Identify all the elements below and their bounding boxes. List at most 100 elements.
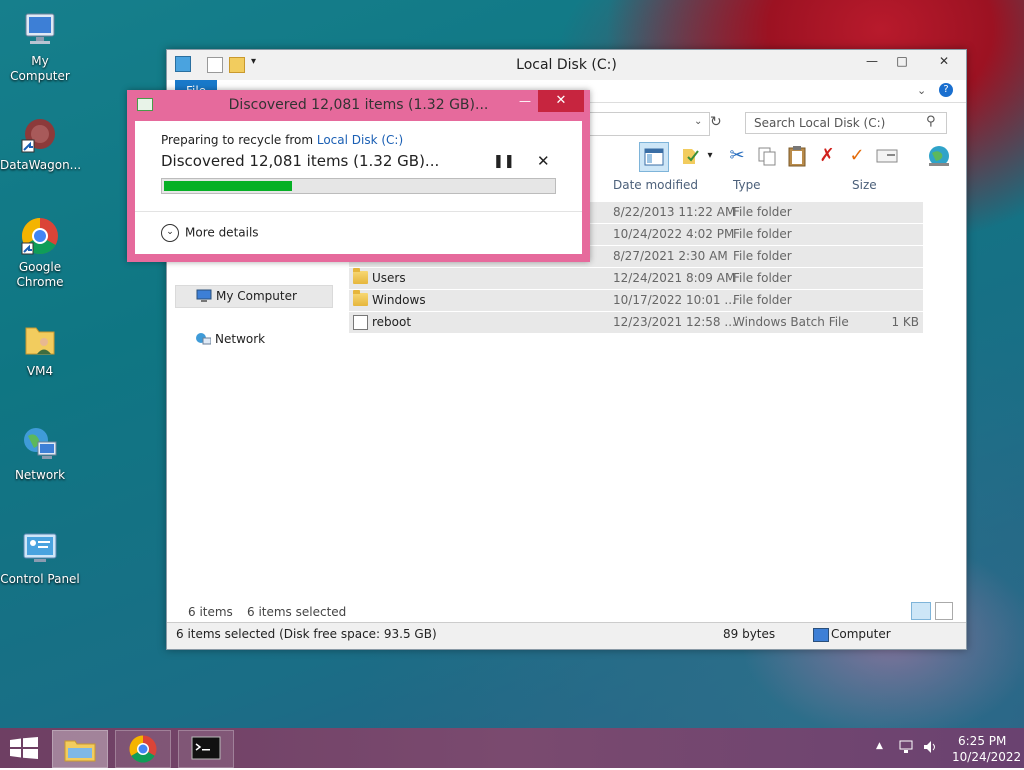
pause-button[interactable]: ❚❚ [493,154,515,169]
row-name: Users [372,271,406,285]
desktop-icon-label: VM4 [26,364,54,378]
refresh-icon[interactable]: ↻ [710,114,722,130]
desktop-icon-control-panel[interactable]: Control Panel [0,528,80,587]
folder-icon [353,268,368,284]
file-explorer-icon [64,740,96,762]
column-headers: Date modified Type Size [603,174,923,196]
window-title: Local Disk (C:) [516,57,617,73]
table-row[interactable]: Windows 10/17/2022 10:01 ... File folder [349,290,923,312]
network-tray-icon[interactable] [898,739,914,758]
column-type[interactable]: Type [733,178,761,192]
row-date: 12/23/2021 12:58 ... [613,315,736,329]
search-placeholder: Search Local Disk (C:) [754,116,886,130]
progress-bar [161,178,556,194]
close-button[interactable]: ✕ [922,50,966,72]
row-type: Windows Batch File [733,315,849,329]
taskbar: ▲ 6:25 PM 10/24/2022 [0,728,1024,768]
help-icon[interactable]: ? [939,83,953,97]
desktop-icon-datawagon[interactable]: DataWagon... [0,114,82,173]
more-details-button[interactable]: ⌄ More details [161,224,259,242]
large-icons-view-icon[interactable] [935,602,953,620]
status-detail: 6 items selected (Disk free space: 93.5 … [176,627,437,641]
expand-ribbon-icon[interactable]: ⌄ [917,84,926,97]
properties-toolbar-icon[interactable] [873,142,901,170]
network-globe-icon[interactable] [925,142,953,170]
row-date: 8/22/2013 11:22 AM [613,205,736,219]
search-input[interactable]: Search Local Disk (C:) ⚲ [745,112,947,134]
preview-pane-icon[interactable] [639,142,669,172]
rename-check-icon[interactable]: ✓ [843,142,871,170]
nav-label: Network [215,332,266,346]
preparing-prefix: Preparing to recycle from [161,133,317,147]
copy-icon[interactable] [753,142,781,170]
control-panel-icon [20,528,60,568]
chrome-icon [129,735,157,763]
clock-time[interactable]: 6:25 PM [958,734,1006,748]
row-type: File folder [733,271,792,285]
datawagon-icon [20,114,60,154]
minimize-button[interactable]: — [857,50,887,72]
row-name: Windows [372,293,426,307]
select-icon[interactable] [677,142,705,170]
desktop-icon-vm4[interactable]: VM4 [0,320,80,379]
user-folder-icon [20,320,60,360]
show-hidden-icons-icon[interactable]: ▲ [876,741,883,751]
nav-item-my-computer[interactable]: My Computer [175,285,333,308]
status-bar-summary: 6 items 6 items selected [167,600,966,622]
source-location-link[interactable]: Local Disk (C:) [317,133,403,147]
network-icon [195,332,212,346]
desktop-icon-label: My Computer [10,54,70,83]
column-size[interactable]: Size [852,178,877,192]
row-type: File folder [733,293,792,307]
address-bar[interactable]: ⌄ [587,112,710,136]
desktop-icon-label: Network [14,468,66,482]
desktop-icon-network[interactable]: Network [0,424,80,483]
explorer-titlebar[interactable]: ▾ Local Disk (C:) — □ ✕ [167,50,966,80]
table-row[interactable]: Users 12/24/2021 8:09 AM File folder [349,268,923,290]
cancel-operation-button[interactable]: ✕ [537,152,550,170]
windows-start-icon[interactable] [10,737,38,762]
taskbar-chrome[interactable] [115,730,171,768]
nav-item-network[interactable]: Network [175,329,333,350]
row-name: reboot [372,315,412,329]
command-prompt-icon [191,736,221,760]
table-row[interactable]: reboot 12/23/2021 12:58 ... Windows Batc… [349,312,923,334]
paste-icon[interactable] [783,142,811,170]
desktop-icon-label: Control Panel [0,572,80,586]
desktop-icon-label: Google Chrome [16,260,64,289]
address-dropdown-icon[interactable]: ⌄ [694,116,702,127]
row-type: File folder [733,205,792,219]
maximize-button[interactable]: □ [887,50,917,72]
more-details-label: More details [185,225,259,240]
desktop-icon-my-computer[interactable]: My Computer [0,10,80,84]
chrome-icon [20,216,60,256]
row-date: 12/24/2021 8:09 AM [613,271,736,285]
delete-icon[interactable]: ✗ [813,142,841,170]
dialog-close-button[interactable]: ✕ [538,90,584,112]
row-date: 10/17/2022 10:01 ... [613,293,736,307]
progress-fill [164,181,292,191]
network-icon [20,424,60,464]
desktop-icon-google-chrome[interactable]: Google Chrome [0,216,80,290]
computer-icon [196,289,212,303]
batch-file-icon [353,315,368,330]
desktop-icon-label: DataWagon... [0,158,82,172]
row-date: 8/27/2021 2:30 AM [613,249,728,263]
details-view-icon[interactable] [911,602,931,620]
volume-icon[interactable] [922,739,938,758]
cut-icon[interactable]: ✂ [723,142,751,170]
dialog-minimize-button[interactable]: — [515,90,535,112]
computer-icon [20,10,60,50]
dialog-headline: Discovered 12,081 items (1.32 GB)... [161,152,440,170]
status-bar: 6 items selected (Disk free space: 93.5 … [167,622,966,649]
navigation-pane: My Computer Network [175,285,333,350]
taskbar-file-explorer[interactable] [52,730,108,768]
clock-date[interactable]: 10/24/2022 [952,750,1021,764]
taskbar-command-prompt[interactable] [178,730,234,768]
selected-count: 6 items selected [247,605,347,619]
column-date-modified[interactable]: Date modified [613,178,698,192]
select-dropdown-icon[interactable]: ▾ [703,142,717,170]
row-size: 1 KB [891,315,919,329]
chevron-down-icon: ⌄ [161,224,179,242]
command-toolbar: ▾ ✂ ✗ ✓ [637,142,962,172]
